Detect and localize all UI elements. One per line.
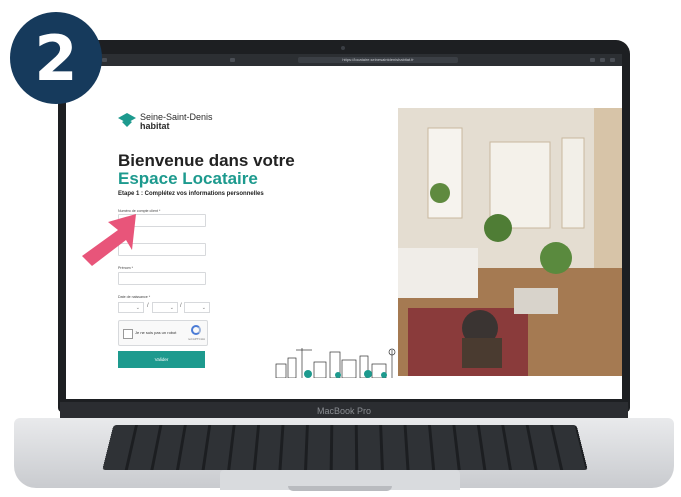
client-number-label: Numéro de compte client * — [118, 209, 161, 213]
sidebar-icon[interactable] — [230, 58, 235, 62]
interior-photo — [398, 108, 622, 376]
camera — [341, 46, 345, 50]
share-icon[interactable] — [590, 58, 595, 62]
page-subtitle: Espace Locataire — [118, 169, 258, 188]
laptop-brand: MacBook Pro — [316, 406, 372, 416]
recaptcha-brand: reCAPTCHA — [187, 337, 205, 341]
laptop-screen: https://locataire.seinesaintdenishabitat… — [66, 54, 622, 399]
city-illustration — [275, 348, 396, 378]
back-icon[interactable] — [102, 58, 107, 62]
birth-day-select[interactable]: ⌄ — [118, 302, 144, 313]
lid-notch — [288, 486, 392, 491]
browser-toolbar: https://locataire.seinesaintdenishabitat… — [66, 54, 622, 66]
captcha-label: Je ne suis pas un robot — [135, 330, 177, 335]
date-separator: / — [180, 303, 182, 309]
keyboard — [102, 425, 588, 471]
recaptcha-icon — [191, 325, 201, 335]
submit-button[interactable]: Valider — [118, 351, 205, 368]
birth-month-select[interactable]: ⌄ — [152, 302, 178, 313]
logo-icon — [118, 113, 136, 127]
captcha-checkbox[interactable] — [123, 329, 133, 339]
captcha-widget: Je ne suis pas un robot reCAPTCHA — [118, 320, 208, 346]
date-separator: / — [147, 303, 149, 309]
address-bar[interactable]: https://locataire.seinesaintdenishabitat… — [298, 57, 458, 63]
logo-subtext: habitat — [140, 121, 170, 131]
page-title: Bienvenue dans votre — [118, 151, 295, 170]
add-tab-icon[interactable] — [610, 58, 615, 62]
birth-year-select[interactable]: ⌄ — [184, 302, 210, 313]
step-heading: Etape 1 : Complétez vos informations per… — [118, 191, 264, 197]
pointer-arrow-icon — [82, 214, 136, 266]
firstname-label: Prénom * — [118, 266, 133, 270]
firstname-input[interactable] — [118, 272, 206, 285]
step-badge: 2 — [10, 12, 102, 104]
birthdate-label: Date de naissance * — [118, 295, 151, 299]
tabs-icon[interactable] — [600, 58, 605, 62]
